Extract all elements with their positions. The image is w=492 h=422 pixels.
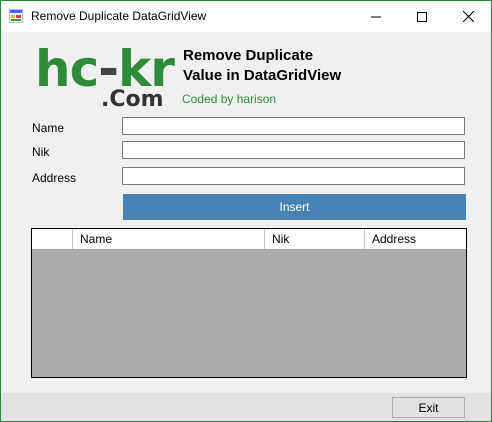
- author-credit: Coded by harison: [182, 92, 277, 106]
- logo-suffix: .Com: [101, 87, 164, 112]
- name-label: Name: [32, 121, 65, 135]
- nik-label: Nik: [32, 145, 50, 159]
- page-title-line2: Value in DataGridView: [183, 67, 342, 84]
- grid-column-address[interactable]: Address: [365, 229, 466, 249]
- maximize-button[interactable]: [399, 1, 445, 32]
- close-icon: [462, 11, 474, 22]
- app-icon: [9, 9, 23, 23]
- logo: hc-kr .Com: [31, 43, 175, 113]
- exit-button[interactable]: Exit: [392, 397, 465, 418]
- name-input[interactable]: [122, 117, 465, 135]
- nik-input[interactable]: [122, 141, 465, 159]
- address-label: Address: [32, 171, 77, 185]
- address-input[interactable]: [122, 167, 465, 185]
- maximize-icon: [417, 11, 427, 22]
- grid-row-header-corner[interactable]: [32, 229, 73, 249]
- close-button[interactable]: [445, 1, 491, 32]
- grid-column-nik[interactable]: Nik: [265, 229, 365, 249]
- window-title: Remove Duplicate DataGridView: [31, 9, 207, 23]
- grid-header: Name Nik Address: [32, 229, 466, 250]
- page-title-line1: Remove Duplicate: [183, 47, 314, 64]
- app-window: Remove Duplicate DataGridView hc-kr .Com…: [0, 0, 492, 422]
- page-title: Remove Duplicate Value in DataGridView: [183, 46, 383, 86]
- grid-column-name[interactable]: Name: [73, 229, 265, 249]
- minimize-icon: [371, 16, 381, 17]
- insert-button[interactable]: Insert: [123, 194, 466, 220]
- title-bar[interactable]: Remove Duplicate DataGridView: [1, 1, 491, 32]
- minimize-button[interactable]: [353, 1, 399, 32]
- data-grid[interactable]: Name Nik Address: [31, 228, 467, 378]
